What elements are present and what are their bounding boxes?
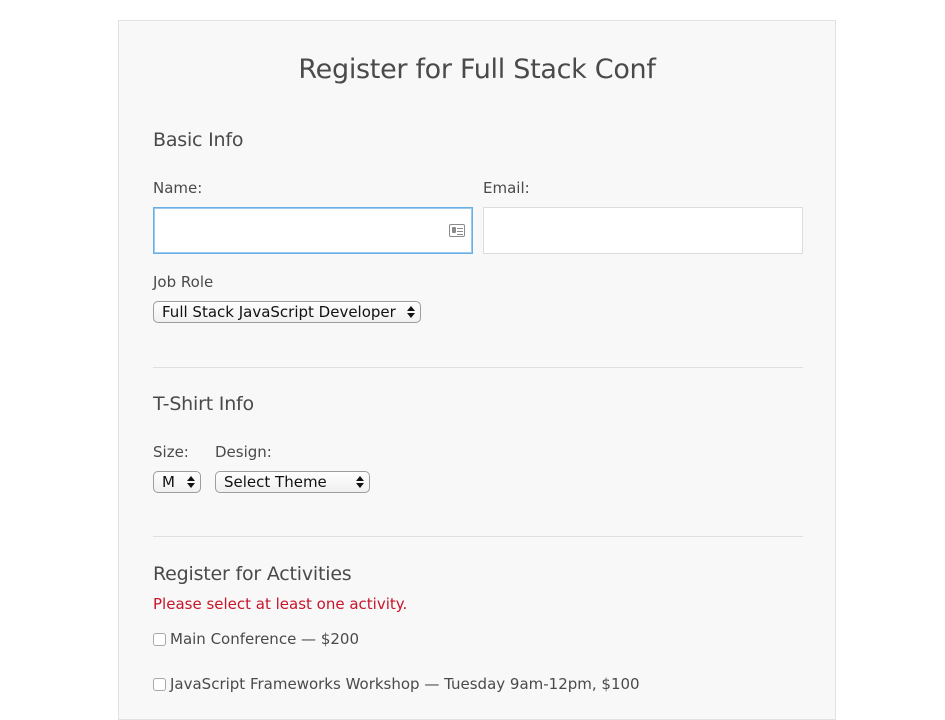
job-role-value: Full Stack JavaScript Developer bbox=[162, 303, 396, 321]
activity-item[interactable]: Main Conference — $200 bbox=[153, 630, 359, 648]
design-label: Design: bbox=[215, 443, 272, 461]
design-select[interactable]: Select Theme bbox=[215, 471, 370, 493]
activity-checkbox[interactable] bbox=[153, 678, 166, 691]
page-title: Register for Full Stack Conf bbox=[298, 54, 656, 85]
design-value: Select Theme bbox=[224, 473, 327, 491]
activities-error-message: Please select at least one activity. bbox=[153, 595, 408, 613]
basic-info-heading: Basic Info bbox=[153, 129, 244, 151]
activity-label: JavaScript Frameworks Workshop — Tuesday… bbox=[170, 675, 640, 693]
registration-form: Register for Full Stack Conf Basic Info … bbox=[118, 20, 836, 720]
section-divider bbox=[153, 367, 803, 368]
activity-item[interactable]: JavaScript Frameworks Workshop — Tuesday… bbox=[153, 675, 640, 693]
job-role-select[interactable]: Full Stack JavaScript Developer bbox=[153, 301, 421, 323]
activities-heading: Register for Activities bbox=[153, 563, 352, 585]
section-divider bbox=[153, 536, 803, 537]
job-role-label: Job Role bbox=[153, 273, 214, 291]
size-label: Size: bbox=[153, 443, 189, 461]
email-field[interactable] bbox=[483, 207, 803, 254]
name-label: Name: bbox=[153, 179, 203, 197]
select-arrows-icon bbox=[356, 475, 364, 489]
select-arrows-icon bbox=[187, 475, 195, 489]
tshirt-info-heading: T-Shirt Info bbox=[153, 393, 254, 415]
activity-checkbox[interactable] bbox=[153, 633, 166, 646]
size-value: M bbox=[162, 473, 175, 491]
size-select[interactable]: M bbox=[153, 471, 201, 493]
contact-card-icon[interactable] bbox=[449, 224, 465, 237]
select-arrows-icon bbox=[407, 305, 415, 319]
name-field[interactable] bbox=[153, 207, 473, 254]
activity-label: Main Conference — $200 bbox=[170, 630, 360, 648]
email-label: Email: bbox=[483, 179, 530, 197]
